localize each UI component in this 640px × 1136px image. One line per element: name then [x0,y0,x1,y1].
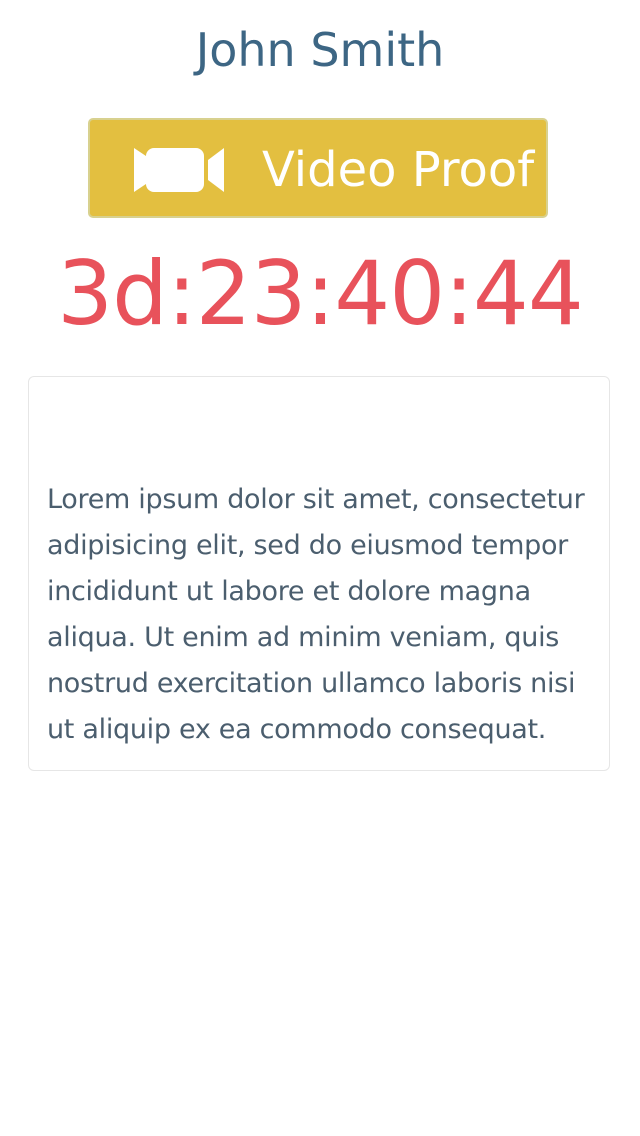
video-proof-button[interactable]: Video Proof [88,118,548,218]
description-card: Lorem ipsum dolor sit amet, consectetur … [28,376,610,771]
video-camera-icon [134,148,224,192]
countdown-timer: 3d:23:40:44 [57,242,584,345]
description-text: Lorem ipsum dolor sit amet, consectetur … [47,484,585,745]
page: John Smith Video Proof 3d:23:40:44 Lorem… [0,0,640,1136]
video-proof-label: Video Proof [262,142,535,198]
user-name-title: John Smith [195,23,445,77]
